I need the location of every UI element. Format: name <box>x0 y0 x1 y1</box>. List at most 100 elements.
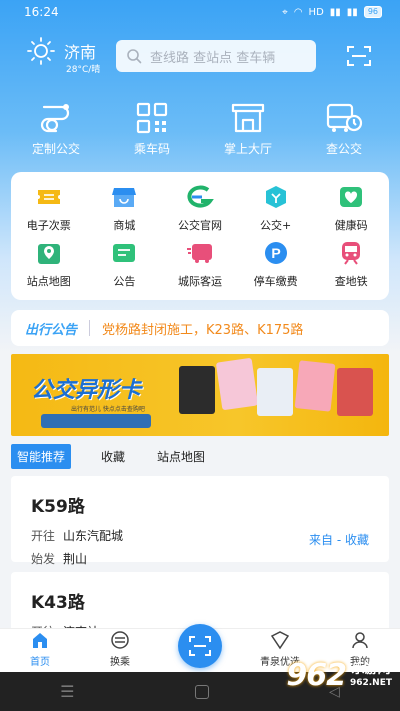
weather-temp: 28°C/晴 <box>66 65 101 75</box>
nav-custom-bus-label: 定制公交 <box>31 142 80 156</box>
nav-bus-query-label: 查公交 <box>325 142 362 156</box>
ticket-icon <box>35 183 63 211</box>
search-input[interactable]: 查线路 查站点 查车辆 <box>116 40 316 72</box>
profile-icon <box>352 632 368 649</box>
weather-widget[interactable]: 济南 28°C/晴 <box>26 36 100 75</box>
status-bar: 16:24 ⌖ ◠ HD ▮▮ ▮▮ 96 <box>0 0 400 24</box>
route-card[interactable]: K59路 开往 山东汽配城 始发 荆山 来自 - 收藏 <box>11 476 389 566</box>
bus-time-icon <box>326 103 363 132</box>
scan-icon <box>347 46 371 66</box>
announcement-brand: 出行公告 <box>25 322 78 338</box>
route-source: 来自 - 收藏 <box>309 533 369 547</box>
wifi-icon: ◠ <box>293 6 303 18</box>
grid-label: 公交官网 <box>177 219 222 232</box>
nav-hall-label: 掌上大厅 <box>223 142 272 156</box>
banner-bus-image <box>41 414 151 428</box>
banner-subtitle: 出行有范儿 快点点击查购吧 <box>71 406 145 413</box>
battery-icon: 96 <box>363 6 382 18</box>
nav-custom-bus[interactable]: 定制公交 <box>18 100 94 160</box>
grid-item-website[interactable]: 公交官网 <box>162 180 238 236</box>
content-tabs: 智能推荐 收藏 站点地图 <box>11 443 221 469</box>
tab-favorites[interactable]: 收藏 <box>85 444 141 469</box>
map-icon <box>35 239 63 267</box>
notice-icon <box>110 239 138 267</box>
origin-value: 荆山 <box>63 552 88 566</box>
grid-label: 公告 <box>113 275 136 288</box>
bottom-tab-label: 首页 <box>30 657 50 668</box>
direction-value: 山东汽配城 <box>63 529 124 543</box>
nav-ride-code[interactable]: 乘车码 <box>114 100 190 160</box>
direction-label: 开往 <box>31 529 56 543</box>
grid-item-e-ticket[interactable]: 电子次票 <box>11 180 87 236</box>
route-card[interactable]: K43路 开往 济南站 <box>11 572 389 639</box>
scan-code-button[interactable] <box>178 624 222 668</box>
bottom-tab-label: 换乘 <box>110 657 130 668</box>
tab-recommend[interactable]: 智能推荐 <box>11 443 72 469</box>
banner-title: 公交异形卡 <box>31 378 142 403</box>
grid-label: 商城 <box>113 219 136 232</box>
nav-hall[interactable]: 掌上大厅 <box>210 100 286 160</box>
nav-ride-code-label: 乘车码 <box>133 142 170 156</box>
grid-label: 电子次票 <box>26 219 71 232</box>
grid-label: 公交+ <box>259 219 292 232</box>
watermark-site-name: 乐游网 <box>351 662 391 678</box>
grid-label: 停车缴费 <box>253 275 298 288</box>
metro-icon <box>337 239 365 267</box>
route-name: K59路 <box>31 497 85 517</box>
custom-bus-icon <box>40 104 70 133</box>
status-time: 16:24 <box>24 5 59 19</box>
bottom-tab-transfer[interactable]: 换乘 <box>80 629 160 668</box>
tab-station-map[interactable]: 站点地图 <box>141 444 221 469</box>
weather-city: 济南 <box>64 43 97 62</box>
scan-button[interactable] <box>346 44 372 72</box>
grid-item-metro[interactable]: 查地铁 <box>313 236 389 292</box>
route-name: K43路 <box>31 593 85 613</box>
mall-icon <box>270 631 290 650</box>
announcement-text: 党杨路封闭施工，K23路、K175路 <box>102 322 304 338</box>
search-icon <box>127 49 142 64</box>
hd-icon: HD <box>308 6 324 18</box>
signal-icon: ▮▮ <box>329 6 341 18</box>
intercity-icon <box>186 239 214 267</box>
services-grid: 电子次票 商城 公交官网 公交+ 健康码 站点地图 公告 城际客运 P 停车缴费… <box>11 172 389 300</box>
announcement-bar[interactable]: 出行公告 党杨路封闭施工，K23路、K175路 <box>11 310 389 346</box>
hall-icon <box>231 103 265 133</box>
health-code-icon <box>337 183 365 211</box>
location-icon: ⌖ <box>282 6 288 18</box>
sun-icon <box>27 37 55 65</box>
divider <box>89 320 91 336</box>
watermark-url: 962.NET <box>349 677 392 688</box>
watermark-number: 962 <box>286 658 347 693</box>
scan-icon <box>189 636 211 656</box>
grid-item-station-map[interactable]: 站点地图 <box>11 236 87 292</box>
banner-card-image <box>215 357 259 411</box>
website-icon <box>186 183 214 211</box>
watermark-site: 乐游网 962.NET <box>350 662 392 688</box>
grid-item-intercity[interactable]: 城际客运 <box>162 236 238 292</box>
bottom-tab-home[interactable]: 首页 <box>0 629 80 668</box>
banner-card-image <box>257 368 293 416</box>
menu-icon[interactable]: ☰ <box>60 682 74 701</box>
home-button-icon[interactable] <box>194 684 209 699</box>
nav-bus-query[interactable]: 查公交 <box>306 100 382 160</box>
grid-item-health-code[interactable]: 健康码 <box>313 180 389 236</box>
qr-code-icon <box>136 102 168 134</box>
banner-card-image <box>294 360 336 412</box>
svg-text:P: P <box>271 245 280 261</box>
site-watermark: 962 乐游网 962.NET <box>286 658 392 693</box>
grid-item-bus-plus[interactable]: 公交+ <box>238 180 314 236</box>
grid-item-shop[interactable]: 商城 <box>87 180 163 236</box>
cube-icon <box>262 183 290 211</box>
primary-nav: 定制公交 乘车码 掌上大厅 查公交 <box>0 100 400 160</box>
banner-card-image <box>337 368 373 416</box>
route-origin: 始发 荆山 <box>31 550 369 567</box>
grid-item-parking[interactable]: P 停车缴费 <box>238 236 314 292</box>
promo-banner[interactable]: 公交异形卡 出行有范儿 快点点击查购吧 <box>11 354 389 436</box>
home-icon <box>33 633 47 648</box>
banner-card-image <box>179 366 215 414</box>
shop-icon <box>110 183 138 211</box>
grid-label: 城际客运 <box>177 275 222 288</box>
transfer-icon <box>111 631 129 649</box>
grid-item-notice[interactable]: 公告 <box>87 236 163 292</box>
grid-label: 站点地图 <box>26 275 71 288</box>
